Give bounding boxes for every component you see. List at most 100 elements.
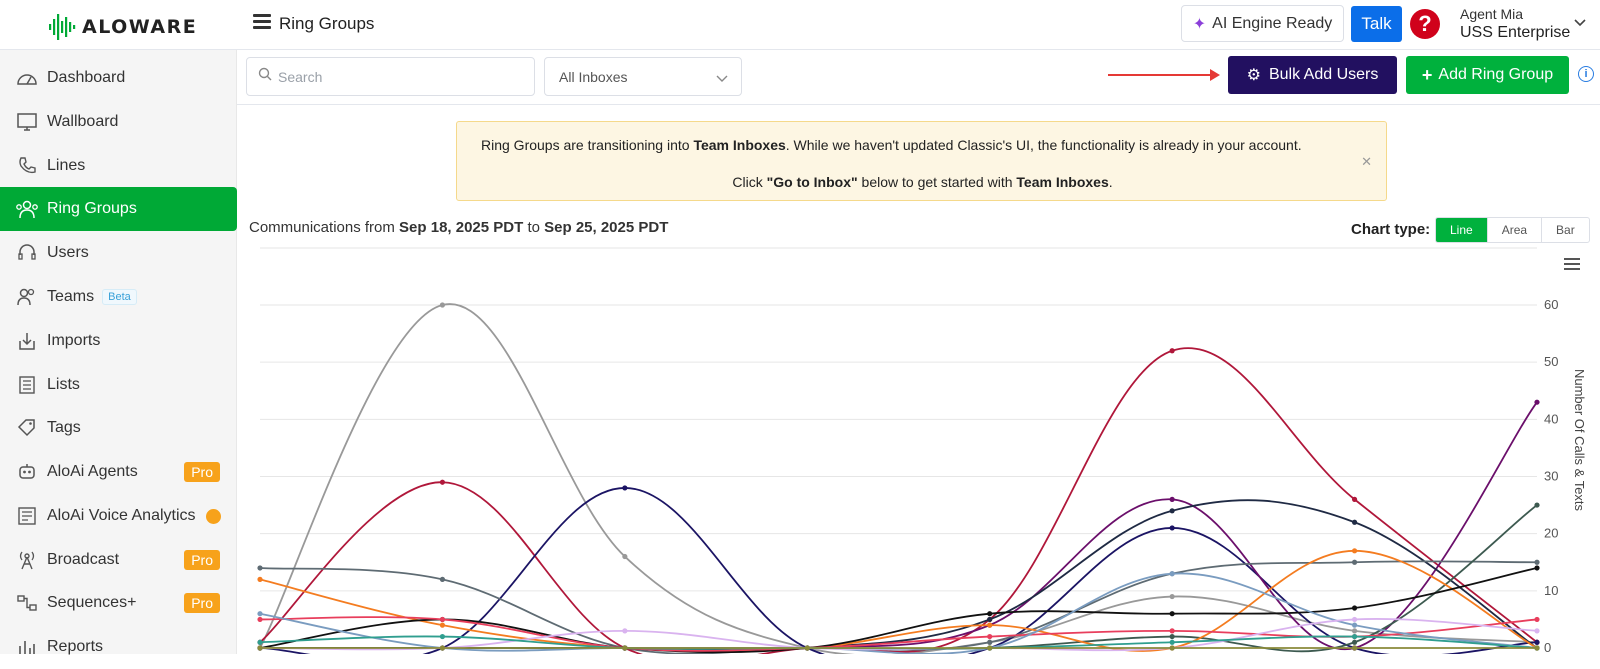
help-icon[interactable]: ? <box>1410 9 1440 39</box>
data-point[interactable] <box>1534 639 1540 645</box>
add-ring-group-button[interactable]: + Add Ring Group <box>1406 56 1569 94</box>
data-point[interactable] <box>622 628 628 634</box>
sidebar-item-label: Sequences+ <box>47 594 137 611</box>
data-point[interactable] <box>1351 628 1358 634</box>
data-point[interactable] <box>1169 496 1175 502</box>
data-point[interactable] <box>1351 639 1358 645</box>
data-point[interactable] <box>1169 633 1175 640</box>
talk-button[interactable]: Talk <box>1351 6 1402 42</box>
data-point[interactable] <box>257 576 263 582</box>
data-point[interactable] <box>1351 519 1358 525</box>
data-point[interactable] <box>257 645 263 651</box>
waveform-logo-icon <box>49 14 76 40</box>
data-point[interactable] <box>622 485 628 491</box>
data-point[interactable] <box>987 611 993 617</box>
logo-text: ALOWARE <box>82 16 198 38</box>
sidebar-item-imports[interactable]: Imports <box>0 319 237 363</box>
series-line-1[interactable] <box>259 347 1538 654</box>
data-point[interactable] <box>1351 616 1358 623</box>
data-point[interactable] <box>439 302 446 308</box>
data-point[interactable] <box>1169 593 1175 600</box>
data-point[interactable] <box>622 645 628 651</box>
data-point[interactable] <box>439 633 446 640</box>
data-point[interactable] <box>987 645 993 651</box>
sidebar-item-users[interactable]: Users <box>0 231 237 275</box>
data-point[interactable] <box>1351 548 1358 554</box>
chart-type-area[interactable]: Area <box>1488 218 1543 242</box>
data-point[interactable] <box>257 611 263 617</box>
top-bar: ALOWARE Ring Groups ✦ AI Engine Ready Ta… <box>0 0 1600 50</box>
close-icon[interactable]: ✕ <box>1361 154 1372 170</box>
data-point[interactable] <box>439 616 446 623</box>
sidebar-item-lines[interactable]: Lines <box>0 144 237 188</box>
bulk-add-users-button[interactable]: ⚙ Bulk Add Users <box>1228 56 1397 94</box>
data-point[interactable] <box>987 616 993 623</box>
data-point[interactable] <box>439 576 446 582</box>
series-line-4[interactable] <box>260 499 1538 652</box>
data-point[interactable] <box>439 479 446 485</box>
menu-toggle-icon[interactable] <box>253 14 271 30</box>
data-point[interactable] <box>1351 645 1358 651</box>
data-point[interactable] <box>1169 628 1175 634</box>
data-point[interactable] <box>987 633 993 640</box>
data-point[interactable] <box>257 639 263 645</box>
data-point[interactable] <box>1534 502 1540 508</box>
series-line-0[interactable] <box>259 303 1538 654</box>
aloware-logo[interactable]: ALOWARE <box>48 12 197 42</box>
series-line-3[interactable] <box>260 401 1538 651</box>
data-point[interactable] <box>257 616 263 623</box>
data-point[interactable] <box>1534 616 1540 623</box>
data-point[interactable] <box>804 645 810 651</box>
sidebar-item-ring-groups[interactable]: Ring Groups <box>0 187 237 231</box>
sidebar-item-label: Teams <box>47 288 95 305</box>
data-point[interactable] <box>1169 645 1175 651</box>
data-point[interactable] <box>1169 508 1175 514</box>
data-point[interactable] <box>1534 559 1540 565</box>
chevron-down-icon[interactable] <box>1574 16 1586 30</box>
inbox-filter-select[interactable]: All Inboxes <box>544 57 742 96</box>
data-point[interactable] <box>987 639 993 645</box>
info-icon[interactable]: i <box>1578 66 1594 82</box>
monitor-icon <box>15 110 39 134</box>
search-box[interactable] <box>246 57 535 96</box>
data-point[interactable] <box>257 565 263 571</box>
sidebar-item-sequences[interactable]: Sequences+ Pro <box>0 581 237 625</box>
ai-engine-status-button[interactable]: ✦ AI Engine Ready <box>1181 5 1344 42</box>
data-point[interactable] <box>1169 611 1175 617</box>
search-input[interactable] <box>278 68 518 85</box>
data-point[interactable] <box>1534 645 1540 651</box>
data-point[interactable] <box>1534 565 1540 571</box>
chart-type-line[interactable]: Line <box>1436 218 1488 242</box>
sidebar-item-teams[interactable]: Teams Beta <box>0 275 237 319</box>
data-point[interactable] <box>439 645 446 651</box>
data-point[interactable] <box>1351 559 1358 565</box>
data-point[interactable] <box>622 553 628 560</box>
data-point[interactable] <box>1534 399 1540 405</box>
data-point[interactable] <box>1169 348 1175 354</box>
data-point[interactable] <box>1351 633 1358 640</box>
sidebar-item-tags[interactable]: Tags <box>0 406 237 450</box>
series-line-5[interactable] <box>259 560 1538 654</box>
data-point[interactable] <box>987 622 993 628</box>
data-point[interactable] <box>1351 496 1358 502</box>
data-point[interactable] <box>1169 525 1175 531</box>
y-tick-label: 0 <box>1544 640 1551 654</box>
data-point[interactable] <box>1169 571 1175 577</box>
series-line-8[interactable] <box>259 567 1538 654</box>
sidebar-item-reports[interactable]: Reports <box>0 625 237 669</box>
data-point[interactable] <box>439 622 446 628</box>
agent-profile[interactable]: Agent Mia USS Enterprise <box>1460 6 1570 42</box>
sidebar-item-dashboard[interactable]: Dashboard <box>0 56 237 100</box>
sidebar-item-lists[interactable]: Lists <box>0 363 237 407</box>
sidebar-item-broadcast[interactable]: Broadcast Pro <box>0 538 237 582</box>
chart-type-bar[interactable]: Bar <box>1542 218 1589 242</box>
sequences-icon <box>15 591 39 615</box>
headset-icon <box>15 241 39 265</box>
data-point[interactable] <box>1169 639 1175 645</box>
sidebar-item-wallboard[interactable]: Wallboard <box>0 100 237 144</box>
sidebar-item-aloai-agents[interactable]: AloAi Agents Pro <box>0 450 237 494</box>
data-point[interactable] <box>1534 628 1540 634</box>
data-point[interactable] <box>1351 622 1358 628</box>
sidebar-item-aloai-voice-analytics[interactable]: AloAi Voice Analytics <box>0 494 237 538</box>
data-point[interactable] <box>1351 605 1358 611</box>
